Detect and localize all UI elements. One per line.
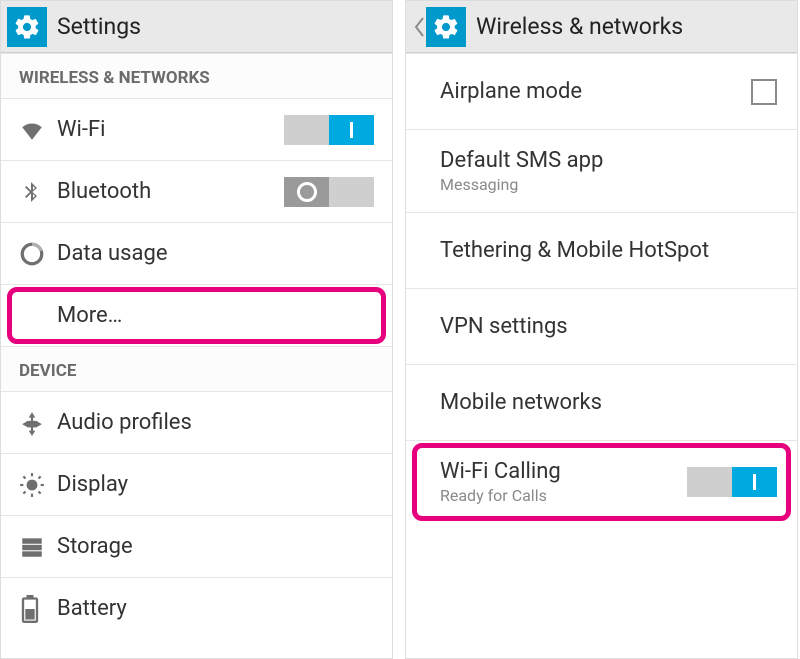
wifi-toggle[interactable] <box>284 115 374 145</box>
row-wifi[interactable]: Wi-Fi <box>1 98 392 160</box>
row-wifi-calling[interactable]: Wi-Fi Calling Ready for Calls <box>406 440 797 523</box>
page-title: Settings <box>57 13 141 40</box>
row-audio-profiles[interactable]: Audio profiles <box>1 391 392 453</box>
battery-label: Battery <box>57 596 374 621</box>
battery-icon <box>19 595 57 623</box>
settings-gear-icon <box>7 7 47 47</box>
wifi-calling-label: Wi-Fi Calling <box>440 459 677 484</box>
mobile-networks-label: Mobile networks <box>440 390 777 415</box>
back-icon[interactable] <box>412 1 426 53</box>
vpn-label: VPN settings <box>440 314 777 339</box>
audio-icon <box>19 410 57 436</box>
display-icon <box>19 472 57 498</box>
settings-gear-icon <box>426 7 466 47</box>
row-vpn[interactable]: VPN settings <box>406 288 797 364</box>
default-sms-sublabel: Messaging <box>440 175 777 194</box>
more-label: More… <box>57 303 374 328</box>
airplane-checkbox[interactable] <box>751 79 777 105</box>
row-default-sms[interactable]: Default SMS app Messaging <box>406 129 797 212</box>
wifi-icon <box>19 117 57 143</box>
bluetooth-toggle[interactable] <box>284 177 374 207</box>
audio-label: Audio profiles <box>57 410 374 435</box>
row-mobile-networks[interactable]: Mobile networks <box>406 364 797 440</box>
data-usage-icon <box>19 241 57 267</box>
row-storage[interactable]: Storage <box>1 515 392 577</box>
row-battery[interactable]: Battery <box>1 577 392 639</box>
section-header-wireless: WIRELESS & NETWORKS <box>1 53 392 98</box>
row-tethering[interactable]: Tethering & Mobile HotSpot <box>406 212 797 288</box>
page-title: Wireless & networks <box>476 13 683 40</box>
tethering-label: Tethering & Mobile HotSpot <box>440 238 777 263</box>
data-usage-label: Data usage <box>57 241 374 266</box>
default-sms-label: Default SMS app <box>440 148 777 173</box>
row-more[interactable]: More… <box>1 284 392 346</box>
header-settings: Settings <box>1 1 392 53</box>
row-airplane-mode[interactable]: Airplane mode <box>406 53 797 129</box>
wifi-calling-toggle[interactable] <box>687 467 777 497</box>
wifi-calling-sublabel: Ready for Calls <box>440 486 677 505</box>
bluetooth-label: Bluetooth <box>57 179 274 204</box>
storage-icon <box>19 534 57 560</box>
header-wireless: Wireless & networks <box>406 1 797 53</box>
wifi-label: Wi-Fi <box>57 117 274 142</box>
row-data-usage[interactable]: Data usage <box>1 222 392 284</box>
storage-label: Storage <box>57 534 374 559</box>
row-display[interactable]: Display <box>1 453 392 515</box>
display-label: Display <box>57 472 374 497</box>
airplane-label: Airplane mode <box>440 79 677 104</box>
section-header-device: DEVICE <box>1 346 392 391</box>
wireless-networks-screen: Wireless & networks Airplane mode Defaul… <box>405 0 798 659</box>
row-bluetooth[interactable]: Bluetooth <box>1 160 392 222</box>
settings-screen: Settings WIRELESS & NETWORKS Wi-Fi Bluet… <box>0 0 393 659</box>
bluetooth-icon <box>19 179 57 205</box>
